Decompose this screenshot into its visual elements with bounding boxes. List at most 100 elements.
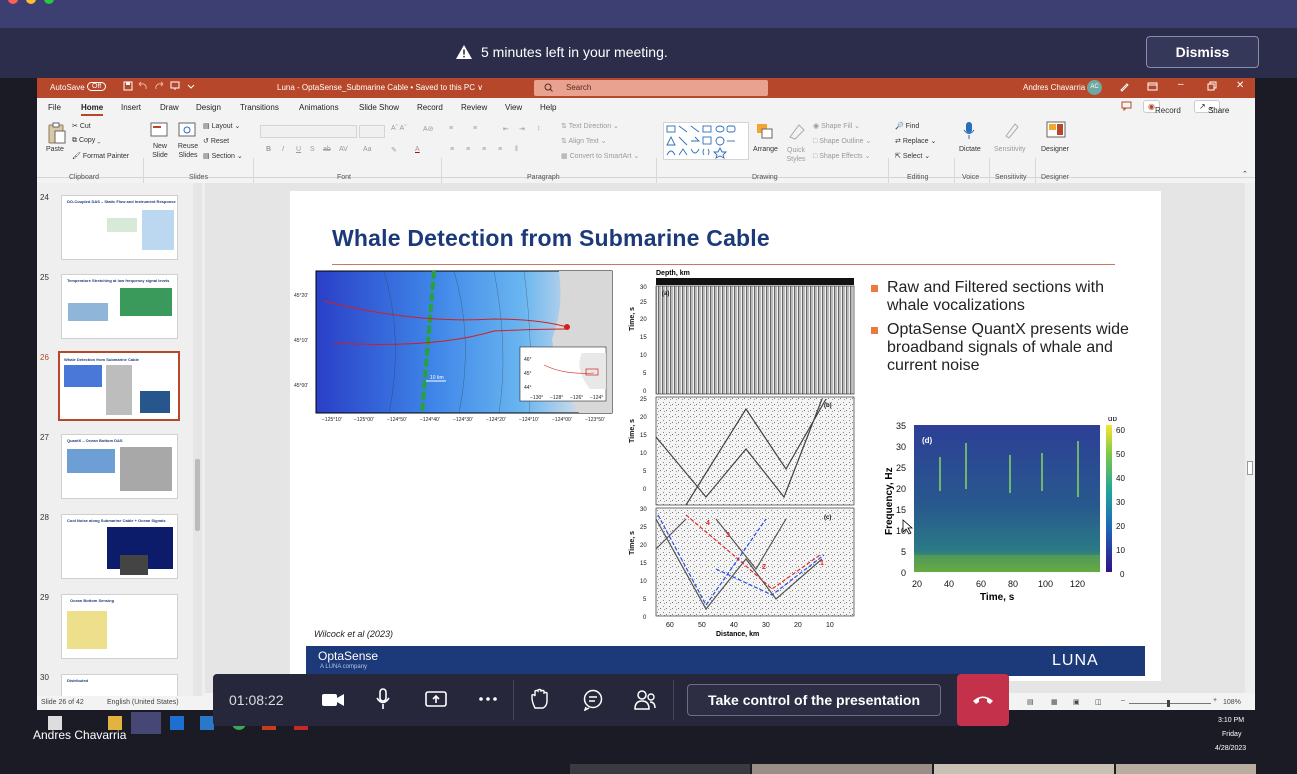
zoom-slider[interactable] (1129, 700, 1211, 707)
format-painter-button[interactable]: 🖌 Format Painter (72, 152, 129, 160)
grow-font-icon[interactable]: Aˆ Aˇ (391, 125, 407, 132)
font-size-select[interactable] (359, 125, 385, 138)
camera-icon[interactable] (321, 691, 345, 709)
numbering-icon[interactable]: ≡ (473, 125, 477, 132)
align-right-icon[interactable]: ≡ (482, 146, 486, 153)
dismiss-button[interactable]: Dismiss (1146, 36, 1259, 68)
tab-file[interactable]: File (48, 103, 61, 112)
slide-thumbnail-26-selected[interactable]: Whale Detection from Submarine Cable (58, 351, 180, 421)
zoom-slider-thumb[interactable] (1167, 700, 1170, 707)
sensitivity-icon[interactable] (1003, 121, 1021, 141)
slide-thumbnail-28[interactable]: Cool Noise along Submarine Cable + Ocean… (61, 514, 178, 579)
shapes-gallery[interactable] (663, 122, 749, 160)
thumbnail-scroll-thumb[interactable] (195, 459, 200, 531)
outlook-icon[interactable] (170, 716, 184, 730)
dictate-button[interactable]: Dictate (959, 146, 981, 153)
new-slide-icon[interactable] (150, 122, 168, 140)
sensitivity-button[interactable]: Sensitivity (994, 146, 1026, 153)
thumbnail-scrollbar[interactable] (193, 183, 202, 697)
current-slide[interactable]: Whale Detection from Submarine Cable 10 … (290, 191, 1161, 681)
save-icon[interactable] (123, 81, 133, 91)
document-title[interactable]: Luna - OptaSense_Submarine Cable • Saved… (277, 83, 483, 92)
autosave-toggle[interactable]: Off (87, 82, 107, 91)
designer-icon[interactable] (1046, 121, 1066, 141)
microphone-icon[interactable] (962, 121, 976, 143)
shape-fill-button[interactable]: ◉ Shape Fill ⌄ (813, 122, 860, 130)
find-button[interactable]: 🔎 Find (895, 122, 919, 130)
line-spacing-icon[interactable]: ↕ (537, 125, 541, 132)
tab-record[interactable]: Record (417, 103, 443, 112)
ribbon-display-icon[interactable] (1147, 81, 1158, 92)
share-screen-icon[interactable] (425, 690, 447, 708)
slide-scrollbar[interactable] (1245, 183, 1255, 693)
minimize-window-dot[interactable] (26, 0, 36, 4)
more-options-icon[interactable] (479, 697, 497, 701)
present-icon[interactable] (170, 81, 180, 91)
shadow-icon[interactable]: S (310, 146, 315, 153)
pen-icon[interactable] (1119, 81, 1130, 92)
section-button[interactable]: ▤ Section ⌄ (203, 152, 243, 160)
zoom-out-icon[interactable]: – (1121, 697, 1125, 704)
leave-call-button[interactable] (957, 674, 1009, 726)
vs-icon[interactable] (200, 716, 214, 730)
normal-view-icon[interactable]: ▤ (1027, 698, 1034, 706)
layout-button[interactable]: ▤ Layout ⌄ (203, 122, 240, 130)
bullets-icon[interactable]: ≡ (449, 125, 453, 132)
copy-button[interactable]: ⧉ Copy ⌄ (72, 137, 101, 145)
share-button[interactable]: ↗ Share ⌄ (1194, 100, 1229, 115)
designer-button[interactable]: Designer (1041, 146, 1069, 153)
slide-thumbnail-24[interactable]: DO-Coupled DAS – Static Flow and Instrum… (61, 195, 178, 260)
justify-icon[interactable]: ≡ (498, 146, 502, 153)
tab-help[interactable]: Help (540, 103, 556, 112)
quick-styles-button[interactable]: Quick Styles (783, 146, 809, 164)
slideshow-view-icon[interactable]: ◫ (1095, 698, 1102, 706)
reset-button[interactable]: ↺ Reset (203, 137, 229, 145)
zoom-level[interactable]: 108% (1223, 699, 1241, 706)
decrease-indent-icon[interactable]: ⇤ (503, 125, 509, 133)
quick-styles-icon[interactable] (787, 122, 807, 142)
participants-icon[interactable] (633, 689, 657, 711)
customize-qat-icon[interactable] (186, 81, 196, 91)
user-avatar[interactable]: AC (1087, 80, 1102, 95)
italic-icon[interactable]: I (282, 146, 284, 153)
reading-view-icon[interactable]: ▣ (1073, 698, 1080, 706)
redo-icon[interactable] (154, 81, 164, 91)
slide-scroll-thumb[interactable] (1247, 461, 1253, 475)
take-control-button[interactable]: Take control of the presentation (687, 684, 941, 716)
close-window-dot[interactable] (8, 0, 18, 4)
paste-button[interactable]: Paste (46, 146, 64, 153)
microphone-icon[interactable] (375, 688, 391, 710)
slide-thumbnail-29[interactable]: Ocean Bottom Sensing (61, 594, 178, 659)
shape-outline-button[interactable]: □ Shape Outline ⌄ (813, 137, 871, 145)
record-button[interactable]: ◉ Record (1143, 100, 1181, 115)
cut-button[interactable]: ✂ Cut (72, 122, 91, 130)
select-button[interactable]: ⇱ Select ⌄ (895, 152, 930, 160)
tab-draw[interactable]: Draw (160, 103, 179, 112)
minimize-icon[interactable]: – (1178, 79, 1184, 90)
arrange-icon[interactable] (755, 122, 775, 142)
raise-hand-icon[interactable] (530, 688, 550, 710)
teams-taskbar-icon[interactable] (131, 712, 161, 734)
columns-icon[interactable]: ‖ (515, 146, 518, 153)
search-box[interactable]: Search (534, 80, 768, 96)
align-left-icon[interactable]: ≡ (450, 146, 454, 153)
change-case-icon[interactable]: Aa (363, 146, 372, 153)
font-color-icon[interactable]: A (415, 146, 420, 153)
slide-thumbnail-30[interactable]: Distributed (61, 674, 178, 697)
reuse-slides-icon[interactable] (178, 122, 196, 140)
tab-insert[interactable]: Insert (121, 103, 141, 112)
align-center-icon[interactable]: ≡ (466, 146, 470, 153)
tab-view[interactable]: View (505, 103, 522, 112)
slide-thumbnail-27[interactable]: QuantX – Ocean Bottom DAS (61, 434, 178, 499)
strikethrough-icon[interactable]: ab (323, 146, 331, 153)
increase-indent-icon[interactable]: ⇥ (519, 125, 525, 133)
undo-icon[interactable] (138, 81, 148, 91)
language-status[interactable]: English (United States) (107, 699, 179, 706)
tab-home[interactable]: Home (81, 103, 104, 116)
arrange-button[interactable]: Arrange (753, 146, 778, 153)
maximize-window-dot[interactable] (44, 0, 54, 4)
font-family-select[interactable] (260, 125, 357, 138)
chat-icon[interactable] (582, 689, 604, 711)
comments-icon[interactable] (1121, 101, 1132, 111)
close-icon[interactable]: ✕ (1236, 80, 1244, 91)
